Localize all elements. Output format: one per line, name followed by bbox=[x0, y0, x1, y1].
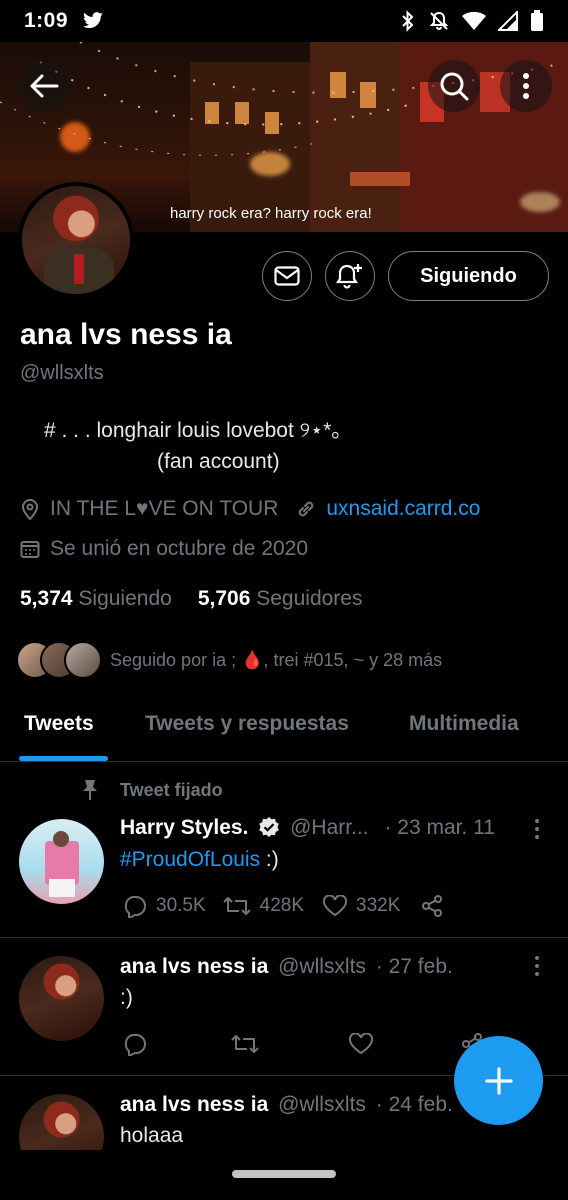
active-tab-indicator bbox=[19, 756, 108, 761]
followed-by-row[interactable]: Seguido por ia ; 🩸, trei #015, ~ y 28 má… bbox=[16, 641, 442, 679]
pinned-label: Tweet fijado bbox=[80, 778, 223, 802]
bluetooth-icon bbox=[402, 10, 414, 32]
home-gesture-bar[interactable] bbox=[232, 1170, 336, 1178]
retweet-button[interactable] bbox=[230, 1033, 260, 1055]
tab-media[interactable]: Multimedia bbox=[409, 712, 519, 736]
tweet-text: holaaa bbox=[120, 1124, 184, 1147]
compose-tweet-button[interactable] bbox=[454, 1036, 543, 1125]
like-button[interactable]: 332K bbox=[322, 895, 400, 917]
website-link[interactable]: uxnsaid.carrd.co bbox=[326, 497, 480, 521]
tweet-author-handle: @wllsxlts bbox=[278, 1093, 366, 1116]
tweet-more-icon[interactable] bbox=[532, 955, 542, 977]
tweet-actions bbox=[122, 1032, 484, 1056]
status-time: 1:09 bbox=[24, 9, 69, 32]
battery-icon bbox=[531, 10, 543, 31]
tab-tweets[interactable]: Tweets bbox=[24, 712, 94, 736]
tweet-avatar[interactable] bbox=[19, 819, 104, 904]
share-icon bbox=[422, 895, 443, 917]
tweet-header: Harry Styles. @Harr... · 23 mar. 11 bbox=[120, 816, 495, 840]
status-bar: 1:09 bbox=[0, 0, 568, 42]
share-button[interactable] bbox=[420, 894, 444, 918]
tweet-date: · 27 feb. bbox=[375, 955, 453, 978]
envelope-icon bbox=[274, 266, 300, 286]
profile-avatar[interactable] bbox=[18, 182, 134, 298]
tweet-author-name[interactable]: Harry Styles. bbox=[120, 816, 248, 839]
retweet-icon bbox=[222, 897, 251, 915]
tweet-date: · 23 mar. 11 bbox=[384, 816, 495, 839]
following-stat[interactable]: 5,374 Siguiendo bbox=[20, 587, 172, 611]
link-icon bbox=[299, 501, 314, 517]
like-button[interactable] bbox=[348, 1033, 374, 1055]
tweet-actions: 30.5K 428K 332K bbox=[122, 894, 444, 918]
tweet-header: ana lvs ness ia @wllsxlts · 24 feb. bbox=[120, 1093, 453, 1117]
followers-stat[interactable]: 5,706 Seguidores bbox=[198, 587, 363, 611]
follow-stats: 5,374 Siguiendo 5,706 Seguidores bbox=[20, 587, 362, 611]
tweet-author-name[interactable]: ana lvs ness ia bbox=[120, 955, 268, 978]
notifications-off-icon bbox=[429, 11, 449, 30]
bio-line-1: # . . . longhair louis lovebot ୨⋆*｡ bbox=[44, 419, 342, 442]
message-button[interactable] bbox=[262, 251, 312, 301]
reply-icon bbox=[124, 1034, 146, 1056]
bell-plus-icon bbox=[335, 264, 362, 289]
back-button[interactable] bbox=[18, 60, 70, 112]
bio-line-2: (fan account) bbox=[157, 450, 280, 473]
more-options-button[interactable] bbox=[500, 60, 552, 112]
calendar-icon bbox=[20, 541, 40, 558]
banner-caption: harry rock era? harry rock era! bbox=[170, 205, 372, 222]
search-button[interactable] bbox=[428, 60, 480, 112]
plus-icon bbox=[484, 1066, 513, 1095]
heart-icon bbox=[323, 895, 348, 917]
location-pin-icon bbox=[21, 499, 39, 520]
arrow-left-icon bbox=[30, 74, 59, 98]
search-icon bbox=[440, 72, 469, 101]
follower-avatar bbox=[64, 641, 102, 679]
tweet-header: ana lvs ness ia @wllsxlts · 27 feb. bbox=[120, 955, 453, 979]
tweet-date: · 24 feb. bbox=[375, 1093, 453, 1116]
divider bbox=[0, 937, 568, 938]
display-name: ana lvs ness ia bbox=[20, 318, 232, 351]
hashtag-link[interactable]: #ProudOfLouis bbox=[120, 848, 260, 871]
signal-icon bbox=[498, 11, 518, 31]
following-button[interactable]: Siguiendo bbox=[388, 251, 549, 301]
location-row: IN THE L♥VE ON TOUR uxnsaid.carrd.co bbox=[20, 497, 480, 521]
joined-row: Se unió en octubre de 2020 bbox=[20, 537, 308, 561]
retweet-button[interactable]: 428K bbox=[222, 895, 304, 917]
verified-badge-icon bbox=[259, 817, 280, 837]
tweet-more-icon[interactable] bbox=[532, 818, 542, 840]
tweet-author-name[interactable]: ana lvs ness ia bbox=[120, 1093, 268, 1116]
reply-button[interactable]: 30.5K bbox=[122, 894, 206, 918]
tab-tweets-and-replies[interactable]: Tweets y respuestas bbox=[145, 712, 349, 736]
tweet-author-handle: @Harr... bbox=[290, 816, 369, 839]
followed-by-text: Seguido por ia ; 🩸, trei #015, ~ y 28 má… bbox=[110, 649, 443, 670]
tweet-author-handle: @wllsxlts bbox=[278, 955, 366, 978]
profile-tabs: Tweets Tweets y respuestas Multimedia bbox=[0, 700, 568, 762]
tweet-avatar[interactable] bbox=[19, 956, 104, 1041]
reply-icon bbox=[124, 896, 146, 918]
joined-text: Se unió en octubre de 2020 bbox=[50, 537, 309, 560]
user-handle: @wllsxlts bbox=[20, 362, 104, 384]
heart-icon bbox=[348, 1033, 374, 1055]
notifications-button[interactable] bbox=[325, 251, 375, 301]
location-text: IN THE L♥VE ON TOUR bbox=[50, 497, 279, 520]
reply-button[interactable] bbox=[122, 1032, 148, 1056]
wifi-icon bbox=[462, 11, 486, 30]
vertical-dots-icon bbox=[523, 73, 529, 99]
pin-icon bbox=[83, 780, 97, 800]
twitter-bird-icon bbox=[83, 12, 103, 29]
tweet-text: :) bbox=[120, 986, 133, 1009]
tweet-text: #ProudOfLouis :) bbox=[120, 848, 279, 871]
retweet-icon bbox=[231, 1035, 259, 1053]
